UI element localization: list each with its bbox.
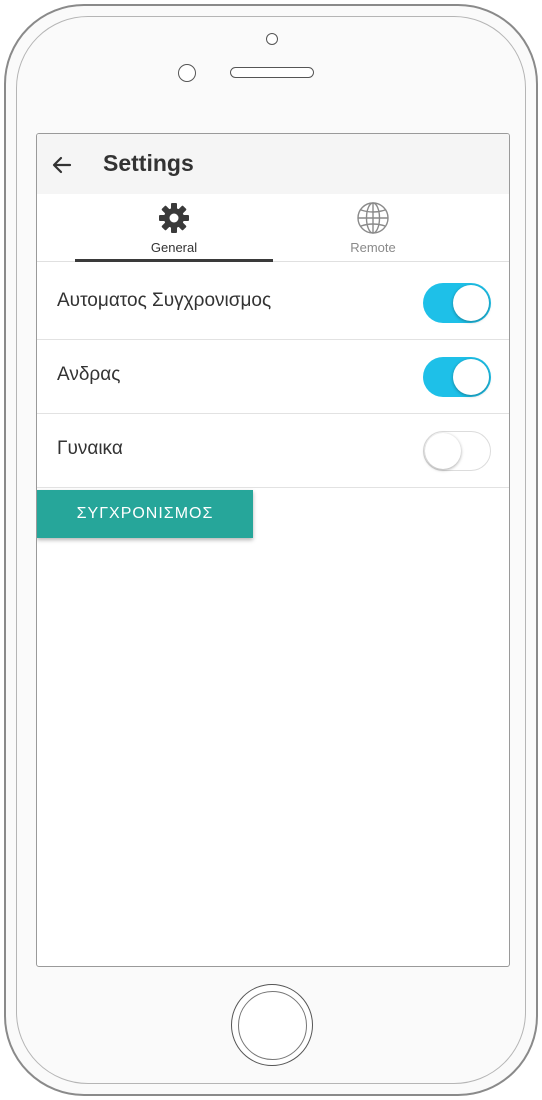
sync-button[interactable]: ΣΥΓΧΡΟΝΙΣΜΟΣ: [37, 490, 253, 538]
tab-general-label: General: [150, 240, 198, 255]
toggle-thumb: [453, 359, 489, 395]
male-toggle[interactable]: [423, 355, 491, 399]
setting-label: Γυναικα: [57, 438, 123, 459]
active-tab-indicator: [75, 259, 273, 262]
back-button[interactable]: [45, 148, 79, 182]
globe-icon: [357, 202, 389, 234]
setting-label: Ανδρας: [57, 364, 121, 385]
tab-bar: General Remote: [37, 194, 509, 262]
female-toggle[interactable]: [423, 429, 491, 473]
toggle-thumb: [425, 433, 461, 469]
setting-label: Αυτοματος Συγχρονισμος: [57, 290, 272, 311]
tab-remote-label: Remote: [350, 240, 396, 255]
home-button[interactable]: [231, 984, 313, 1066]
app-screen: Settings General Remote Αυτοματος Συγχρο…: [36, 133, 510, 967]
auto-sync-toggle[interactable]: [423, 281, 491, 325]
page-title: Settings: [103, 150, 194, 176]
arrow-left-icon: [52, 156, 72, 174]
setting-row-male: Ανδρας: [37, 340, 509, 414]
setting-row-auto-sync: Αυτοματος Συγχρονισμος: [37, 266, 509, 340]
tab-remote[interactable]: Remote: [273, 194, 473, 262]
app-bar: Settings: [37, 134, 509, 194]
setting-row-female: Γυναικα: [37, 414, 509, 488]
front-camera: [266, 33, 278, 45]
earpiece-speaker: [230, 67, 314, 78]
proximity-sensor: [178, 64, 196, 82]
tab-general[interactable]: General: [74, 194, 274, 262]
gear-icon: [159, 203, 189, 233]
settings-list: Αυτοματος Συγχρονισμος Ανδρας Γυναικα: [37, 266, 509, 488]
toggle-thumb: [453, 285, 489, 321]
